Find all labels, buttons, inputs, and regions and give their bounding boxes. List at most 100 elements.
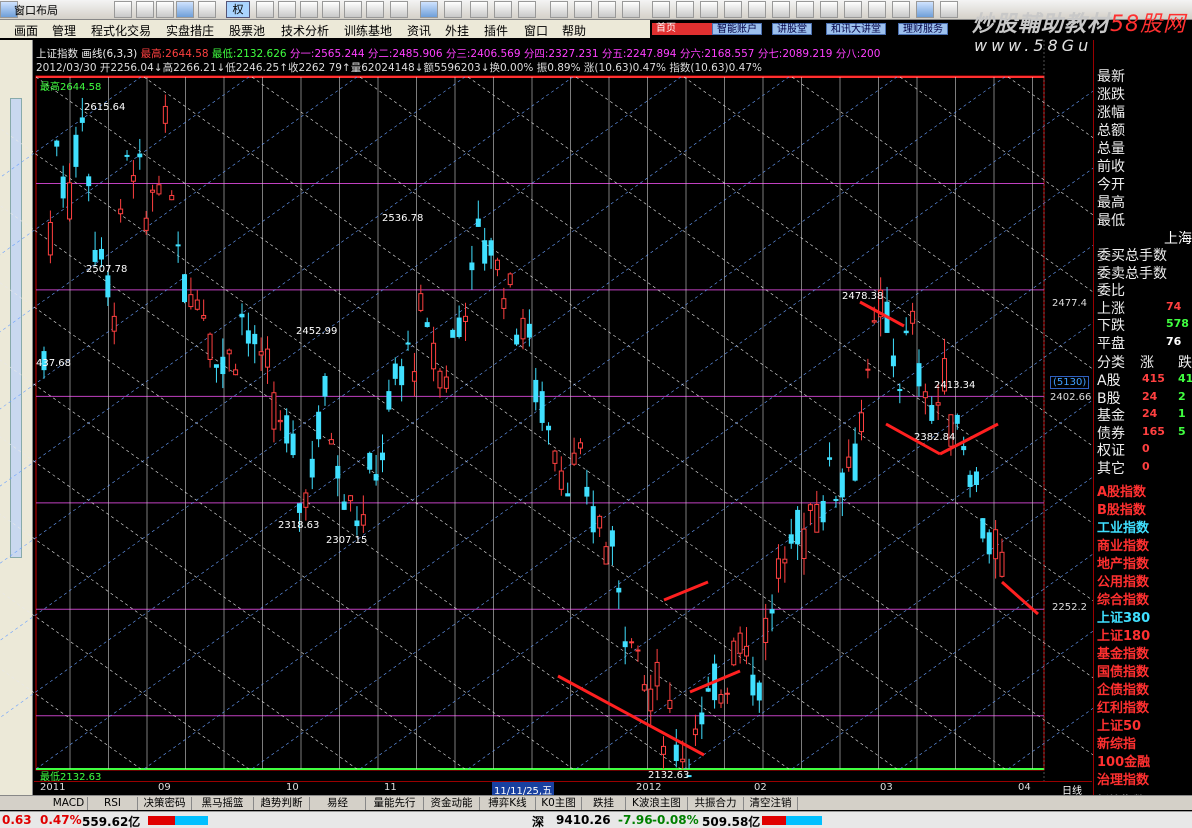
class-down: 41 [1178,372,1192,385]
index-link[interactable]: 上证380 [1097,607,1150,626]
chart-study: 画线(6,3,3) [81,48,138,60]
index-link[interactable]: 100金融 [1097,751,1150,770]
stat-value: 578 [1166,317,1189,330]
candle-body [277,419,283,423]
indicator-tab[interactable]: K0主图 [536,797,582,810]
price-annotation: 2478.38 [842,291,883,302]
indicator-tab[interactable]: 共振合力 [688,797,744,810]
candle-body [379,452,385,461]
class-down: 5 [1178,424,1186,438]
candle-body [105,275,111,298]
class-up: 0 [1142,459,1150,473]
candle-body [788,534,794,544]
class-up: 415 [1142,372,1165,385]
candle-body [750,674,756,696]
candle-body [175,244,181,247]
index-link[interactable]: 国债指数 [1097,661,1149,680]
index-link[interactable]: 红利指数 [1097,697,1149,716]
index-link[interactable]: 综合指数 [1097,589,1149,608]
indicator-tab[interactable]: 量能先行 [366,797,424,810]
date-label: 2012 [636,782,662,793]
indicator-tab[interactable]: 资金动能 [424,797,480,810]
index-link[interactable]: 基金指数 [1097,643,1149,662]
price-annotation: 2507.78 [86,264,127,275]
stat-value: 76 [1166,334,1182,348]
candle-body [910,310,916,324]
index-link[interactable]: 公用指数 [1097,571,1149,590]
date-label: 09 [158,782,171,793]
candle-body [648,688,654,712]
index-link[interactable]: 上证50 [1097,715,1141,734]
price-annotation: 2413.34 [934,380,975,391]
class-header: 分类 [1097,355,1125,371]
candlestick-chart[interactable]: 2615.64 2507.78 437.68 2452.99 2318.63 2307.1… [0,0,1192,828]
candle-body [820,500,826,523]
candle-body [162,105,168,124]
index-link[interactable]: A股指数 [1097,481,1146,500]
candle-body [373,474,379,481]
candle-body [699,712,705,725]
index-link[interactable]: 企债指数 [1097,679,1149,698]
candle-body [622,641,628,648]
date-label: 11 [384,782,397,793]
candle-body [916,363,922,387]
sh-pct: 0.47% [40,813,82,827]
candle-body [233,369,239,376]
candle-body [143,217,149,231]
candle-body [290,433,296,456]
date-label: 03 [880,782,893,793]
index-link[interactable]: 上证180 [1097,625,1150,644]
candle-body [188,294,194,308]
indicator-tab[interactable]: 黑马摇篮 [192,797,254,810]
candle-body [973,471,979,486]
sz-bar-icon [762,816,822,825]
candle-body [220,356,226,375]
candle-body [795,509,801,545]
indicator-tab[interactable]: MACD [50,797,88,810]
candle-body [954,414,960,424]
date-label: 2011 [40,782,66,793]
candle-body [348,495,354,502]
indicator-tab[interactable]: 清空注销 [744,797,798,810]
gann-line [0,76,789,641]
index-link[interactable]: 地产指数 [1097,553,1149,572]
indicator-tab[interactable]: 易经 [310,797,366,810]
index-link[interactable]: 治理指数 [1097,769,1149,788]
price-annotation: 2536.78 [382,213,423,224]
candle-body [47,221,53,256]
indicator-tab[interactable]: 跌挂 [582,797,626,810]
chart-header: 上证指数 画线(6,3,3) 最高:2644.58 最低:2132.626 分一… [36,46,880,61]
indicator-tab[interactable]: RSI [88,797,138,810]
candle-body [443,376,449,389]
index-link[interactable]: 工业指数 [1097,517,1149,536]
candle-body [424,322,430,328]
index-link[interactable]: 商业指数 [1097,535,1149,554]
quote-row-label: 今开 [1097,177,1125,193]
class-up: 0 [1142,442,1150,455]
indicator-tab[interactable]: 搏弈K线 [480,797,536,810]
indicator-tab[interactable]: 决策密码 [138,797,192,810]
candle-body [590,506,596,533]
indicator-tab[interactable]: 趋势判断 [254,797,310,810]
candle-body [54,140,60,147]
class-name: 其它 [1097,460,1125,477]
candle-body [118,208,124,215]
indicator-tab[interactable]: K波浪主图 [626,797,688,810]
index-link[interactable]: 新综指 [1097,733,1136,752]
candle-body [156,184,162,195]
index-link[interactable]: B股指数 [1097,499,1146,518]
candle-body [692,728,698,736]
candle-body [814,504,820,533]
stat-label: 平盘 [1097,335,1125,352]
low-label: 最低:2132.626 [211,48,287,60]
candle-body [552,450,558,464]
candle-body [124,154,130,157]
candle-body [296,503,302,513]
quote-row-label: 最新 [1097,69,1125,85]
price-annotation: 2132.63 [648,770,689,781]
candle-body [980,518,986,539]
candle-body [258,351,264,356]
candle-body [999,551,1005,577]
ohlc-readout: 2012/03/30 开2256.04↓高2266.21↓低2246.25↑收2… [36,62,762,74]
candle-body [565,493,571,497]
